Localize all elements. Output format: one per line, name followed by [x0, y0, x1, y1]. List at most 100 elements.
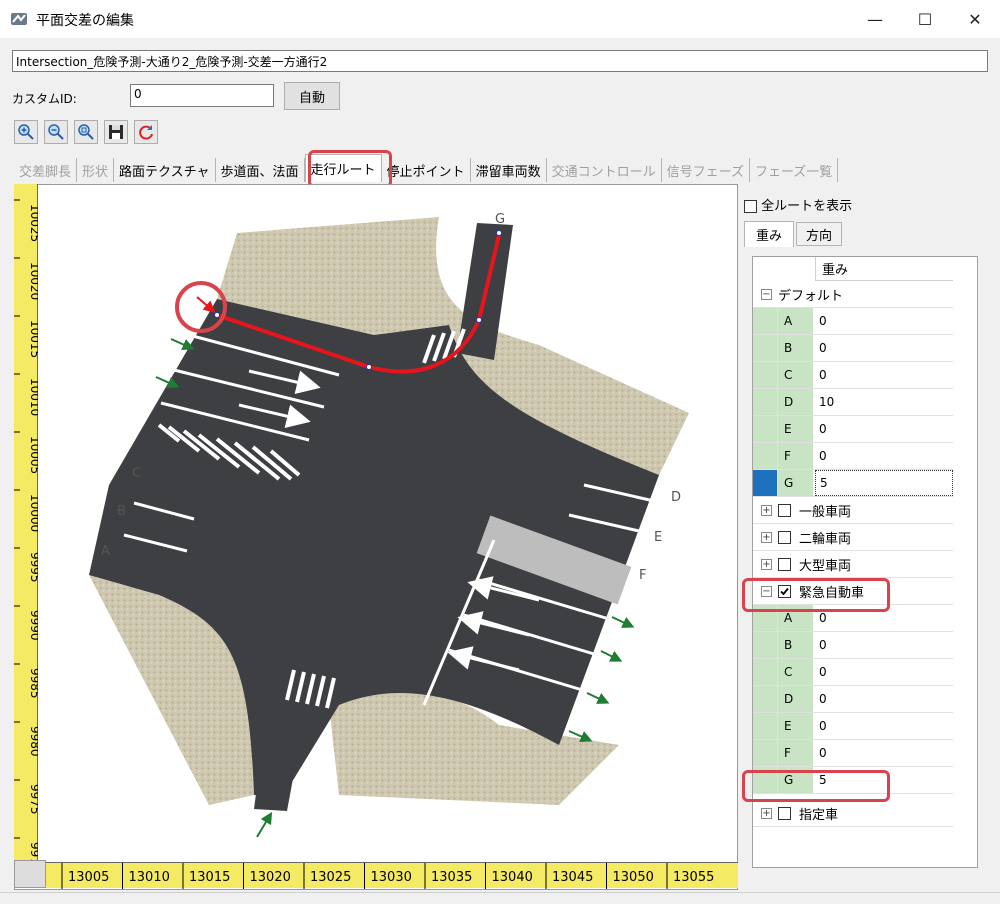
grid-row[interactable]: F0 — [753, 443, 953, 470]
route-node-mid-2[interactable] — [476, 317, 482, 323]
grid-row[interactable]: B0 — [753, 632, 953, 659]
tab-traffic-control[interactable]: 交通コントロール — [547, 158, 662, 182]
grid-row[interactable]: B0 — [753, 335, 953, 362]
group-large-vehicle[interactable]: + 大型車両 — [753, 551, 953, 578]
collapse-icon[interactable]: − — [761, 288, 772, 300]
custom-id-field[interactable]: 0 — [130, 84, 274, 107]
row-leg: D — [777, 686, 813, 712]
leg-label-b: B — [117, 504, 126, 519]
show-all-routes-checkbox[interactable] — [744, 200, 757, 213]
group-two-wheel[interactable]: + 二輪車両 — [753, 524, 953, 551]
tab-driving-route[interactable]: 走行ルート — [304, 154, 382, 182]
app-icon — [11, 13, 27, 25]
grid-row[interactable]: F0 — [753, 740, 953, 767]
grid-row[interactable]: A0 — [753, 605, 953, 632]
horizontal-ruler: 13005 13010 13015 13020 13025 13030 13035 13040… — [46, 862, 738, 889]
intersection-drawing[interactable]: A B C D E F G — [39, 185, 761, 861]
vruler-tick-label: 10010 — [28, 378, 38, 416]
tab-strip: 交差脚長 形状 路面テクスチャ 歩道面、法面 走行ルート 停止ポイント 滞留車両… — [14, 154, 839, 182]
tab-weight[interactable]: 重み — [744, 221, 794, 247]
route-node-mid-1[interactable] — [366, 364, 372, 370]
tab-leg-length[interactable]: 交差脚長 — [14, 158, 78, 182]
tab-sidewalk[interactable]: 歩道面、法面 — [216, 158, 305, 182]
expand-icon[interactable]: + — [761, 531, 772, 543]
leg-label-f: F — [639, 568, 646, 583]
row-weight-value[interactable]: 0 — [815, 416, 953, 442]
grid-row[interactable]: C0 — [753, 659, 953, 686]
group-emergency[interactable]: − 緊急自動車 — [753, 578, 953, 605]
auto-button[interactable]: 自動 — [284, 82, 340, 110]
group-designated-checkbox[interactable] — [778, 806, 791, 820]
group-designated-label: 指定車 — [799, 807, 839, 823]
tab-queue-count[interactable]: 滞留車両数 — [471, 158, 547, 182]
tab-road-texture[interactable]: 路面テクスチャ — [114, 158, 216, 182]
zoom-out-button[interactable] — [44, 120, 68, 144]
tab-phase-list[interactable]: フェーズ一覧 — [750, 158, 839, 182]
expand-icon[interactable]: + — [761, 807, 772, 819]
tab-shape[interactable]: 形状 — [77, 158, 115, 182]
vruler-tick-label: 10020 — [28, 262, 38, 300]
save-button[interactable] — [104, 120, 128, 144]
group-default-label: デフォルト — [778, 288, 844, 304]
hruler-tick-label: 13035 — [431, 870, 472, 885]
group-two-wheel-checkbox[interactable] — [778, 530, 791, 544]
grid-row[interactable]: D0 — [753, 686, 953, 713]
grid-row[interactable]: G5 — [753, 767, 953, 794]
tab-signal-phase[interactable]: 信号フェーズ — [662, 158, 750, 182]
hruler-tick-label: 13055 — [673, 870, 714, 885]
row-weight-value[interactable]: 0 — [815, 443, 953, 469]
intersection-name-field[interactable]: Intersection_危険予測-大通り2_危険予測-交差一方通行2 — [12, 50, 988, 72]
group-designated[interactable]: + 指定車 — [753, 800, 953, 827]
zoom-fit-button[interactable] — [74, 120, 98, 144]
row-weight-value[interactable]: 0 — [815, 632, 953, 658]
row-weight-value[interactable]: 0 — [815, 740, 953, 766]
row-weight-value[interactable]: 10 — [815, 389, 953, 415]
refresh-button[interactable] — [134, 120, 158, 144]
collapse-icon[interactable]: − — [761, 585, 772, 597]
show-all-routes[interactable]: 全ルートを表示 — [744, 195, 852, 214]
group-default[interactable]: − デフォルト — [753, 281, 953, 308]
row-weight-value[interactable]: 0 — [815, 686, 953, 712]
close-button[interactable]: ✕ — [950, 0, 1000, 38]
grid-row-selected[interactable]: G5 — [753, 470, 953, 497]
row-weight-value[interactable]: 5 — [815, 767, 953, 793]
row-weight-value[interactable]: 0 — [815, 362, 953, 388]
grid-row[interactable]: A0 — [753, 308, 953, 335]
show-all-routes-label: 全ルートを表示 — [761, 199, 853, 214]
tab-stop-point[interactable]: 停止ポイント — [382, 158, 471, 182]
leg-label-d: D — [671, 490, 681, 505]
group-general-vehicle[interactable]: + 一般車両 — [753, 497, 953, 524]
save-icon — [109, 125, 123, 139]
expand-icon[interactable]: + — [761, 504, 772, 516]
group-large-vehicle-checkbox[interactable] — [778, 557, 791, 571]
group-emergency-checkbox[interactable] — [778, 584, 791, 598]
row-weight-value[interactable]: 0 — [815, 335, 953, 361]
grid-row[interactable]: C0 — [753, 362, 953, 389]
zoom-in-button[interactable] — [14, 120, 38, 144]
leg-label-g: G — [495, 212, 505, 227]
weight-grid[interactable]: 重み − デフォルト A0 B0 C0 D 10 E0 F0 G5 + 一般車両 … — [752, 256, 978, 868]
map-canvas[interactable]: A B C D E F G — [14, 184, 738, 890]
hruler-tick-label: 13025 — [310, 870, 351, 885]
grid-row[interactable]: E0 — [753, 416, 953, 443]
expand-icon[interactable]: + — [761, 558, 772, 570]
maximize-button[interactable]: ☐ — [900, 0, 950, 38]
grid-row[interactable]: D 10 — [753, 389, 953, 416]
row-weight-value[interactable]: 0 — [815, 713, 953, 739]
row-weight-value[interactable]: 0 — [815, 308, 953, 334]
route-node-end[interactable] — [496, 230, 502, 236]
row-leg: D — [777, 389, 813, 415]
row-weight-value[interactable]: 5 — [815, 470, 953, 496]
group-general-vehicle-checkbox[interactable] — [778, 503, 791, 517]
hruler-tick-label: 13015 — [189, 870, 230, 885]
zoom-in-icon — [18, 124, 34, 140]
grid-row[interactable]: E0 — [753, 713, 953, 740]
row-weight-value[interactable]: 0 — [815, 659, 953, 685]
tab-direction[interactable]: 方向 — [796, 222, 842, 246]
row-weight-value[interactable]: 0 — [815, 605, 953, 631]
check-icon — [780, 587, 789, 595]
route-node-start[interactable] — [214, 312, 220, 318]
group-two-wheel-label: 二輪車両 — [799, 531, 852, 547]
hruler-tick-label: 13045 — [552, 870, 593, 885]
minimize-button[interactable]: — — [850, 0, 900, 38]
